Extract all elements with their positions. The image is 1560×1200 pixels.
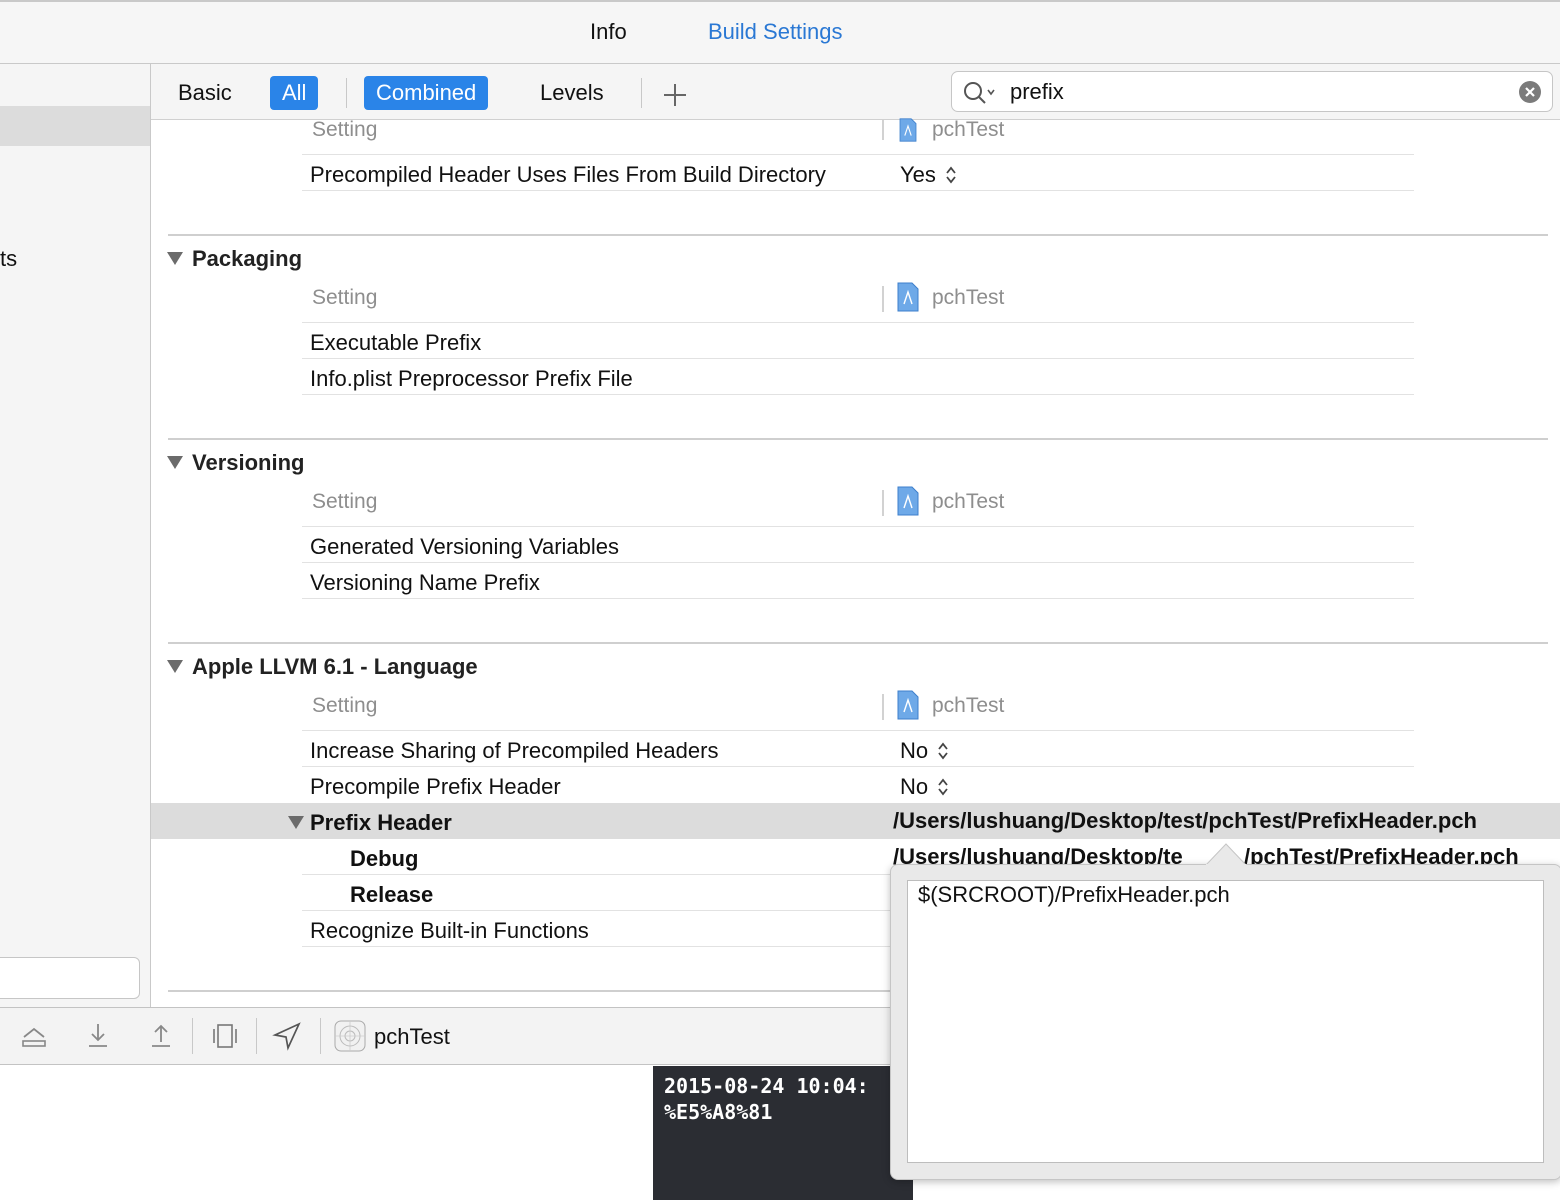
row-divider bbox=[302, 598, 1414, 599]
sidebar-selected-item[interactable] bbox=[0, 106, 150, 146]
setting-precompile-prefix-header[interactable]: Precompile Prefix Header bbox=[310, 774, 561, 800]
search-icon[interactable] bbox=[962, 80, 998, 106]
column-header-target: pchTest bbox=[932, 286, 1005, 309]
column-header-setting: Setting bbox=[312, 694, 378, 717]
console-line: 2015-08-24 10:04: bbox=[664, 1074, 869, 1098]
column-header-setting: Setting bbox=[312, 286, 378, 309]
setting-value[interactable]: Yes bbox=[900, 162, 936, 188]
column-header-target: pchTest bbox=[932, 694, 1005, 717]
location-arrow-icon[interactable] bbox=[272, 1021, 302, 1051]
column-header-setting: Setting bbox=[312, 118, 378, 141]
popover-text-area[interactable] bbox=[907, 880, 1544, 1163]
row-divider bbox=[302, 910, 890, 911]
scheme-name[interactable]: pchTest bbox=[374, 1024, 450, 1050]
row-divider bbox=[302, 358, 1414, 359]
levels-button[interactable]: Levels bbox=[528, 76, 616, 110]
column-header-target: pchTest bbox=[932, 490, 1005, 513]
search-input[interactable] bbox=[1010, 76, 1500, 108]
column-separator bbox=[882, 490, 884, 516]
divider bbox=[641, 78, 642, 108]
disclosure-triangle-icon[interactable] bbox=[167, 252, 183, 265]
stepper-icon[interactable] bbox=[936, 740, 950, 762]
column-separator bbox=[882, 694, 884, 720]
sidebar-item-label[interactable]: ts bbox=[0, 246, 17, 272]
sidebar bbox=[0, 64, 151, 1008]
setting-increase-sharing-precompiled-headers[interactable]: Increase Sharing of Precompiled Headers bbox=[310, 738, 718, 764]
column-separator bbox=[882, 286, 884, 312]
setting-versioning-name-prefix[interactable]: Versioning Name Prefix bbox=[310, 570, 540, 596]
row-divider bbox=[302, 394, 1414, 395]
project-icon bbox=[897, 486, 919, 516]
project-icon bbox=[899, 118, 917, 142]
section-title-versioning[interactable]: Versioning bbox=[192, 450, 304, 476]
setting-value[interactable]: /Users/lushuang/Desktop/test/pchTest/Pre… bbox=[893, 808, 1477, 834]
setting-release[interactable]: Release bbox=[350, 882, 433, 908]
section-title-packaging[interactable]: Packaging bbox=[192, 246, 302, 272]
setting-debug[interactable]: Debug bbox=[350, 846, 418, 872]
add-icon[interactable] bbox=[662, 82, 688, 108]
row-divider bbox=[302, 526, 1414, 527]
section-title-llvm-language[interactable]: Apple LLVM 6.1 - Language bbox=[192, 654, 478, 680]
row-divider bbox=[302, 154, 1414, 155]
step-over-icon[interactable] bbox=[83, 1021, 113, 1051]
section-divider bbox=[168, 438, 1548, 440]
project-icon bbox=[897, 690, 919, 720]
section-divider bbox=[168, 990, 890, 992]
setting-value[interactable]: No bbox=[900, 774, 928, 800]
view-hierarchy-icon[interactable] bbox=[210, 1021, 240, 1051]
divider bbox=[320, 1018, 321, 1054]
column-header-setting: Setting bbox=[312, 490, 378, 513]
setting-generated-versioning-variables[interactable]: Generated Versioning Variables bbox=[310, 534, 619, 560]
row-divider bbox=[302, 730, 1414, 731]
divider bbox=[192, 1018, 193, 1054]
row-divider bbox=[302, 766, 1414, 767]
setting-recognize-builtin-functions[interactable]: Recognize Built-in Functions bbox=[310, 918, 589, 944]
all-button[interactable]: All bbox=[270, 76, 319, 110]
combined-button[interactable]: Combined bbox=[364, 76, 489, 110]
row-divider bbox=[302, 874, 890, 875]
stepper-icon[interactable] bbox=[936, 776, 950, 798]
project-icon bbox=[897, 282, 919, 312]
row-divider bbox=[302, 322, 1414, 323]
disclosure-triangle-icon[interactable] bbox=[167, 660, 183, 673]
console-line: %E5%A8%81 bbox=[664, 1100, 773, 1124]
divider bbox=[256, 1018, 257, 1054]
section-divider bbox=[168, 642, 1548, 644]
popover-arrow bbox=[1206, 843, 1246, 866]
app-target-icon[interactable] bbox=[334, 1020, 366, 1052]
column-separator bbox=[882, 120, 884, 140]
stepper-icon[interactable] bbox=[944, 164, 958, 186]
tab-build-settings[interactable]: Build Settings bbox=[708, 19, 843, 45]
row-divider bbox=[302, 562, 1414, 563]
disclosure-triangle-icon[interactable] bbox=[288, 816, 304, 829]
clear-search-icon[interactable] bbox=[1519, 81, 1541, 103]
setting-precompiled-header-uses-files[interactable]: Precompiled Header Uses Files From Build… bbox=[310, 162, 826, 188]
hide-debug-area-icon[interactable] bbox=[19, 1021, 49, 1051]
sidebar-filter-field[interactable] bbox=[0, 957, 140, 999]
setting-executable-prefix[interactable]: Executable Prefix bbox=[310, 330, 481, 356]
row-divider bbox=[302, 190, 1414, 191]
step-out-icon[interactable] bbox=[146, 1021, 176, 1051]
divider bbox=[346, 78, 347, 108]
basic-button[interactable]: Basic bbox=[166, 76, 244, 110]
popover-value-text[interactable]: $(SRCROOT)/PrefixHeader.pch bbox=[918, 882, 1230, 908]
setting-value[interactable]: No bbox=[900, 738, 928, 764]
row-divider bbox=[302, 946, 890, 947]
column-header-target: pchTest bbox=[932, 118, 1005, 141]
setting-prefix-header[interactable]: Prefix Header bbox=[310, 810, 452, 836]
section-divider bbox=[168, 234, 1548, 236]
tab-info[interactable]: Info bbox=[590, 19, 627, 45]
setting-infoplist-prefix-file[interactable]: Info.plist Preprocessor Prefix File bbox=[310, 366, 633, 392]
disclosure-triangle-icon[interactable] bbox=[167, 456, 183, 469]
